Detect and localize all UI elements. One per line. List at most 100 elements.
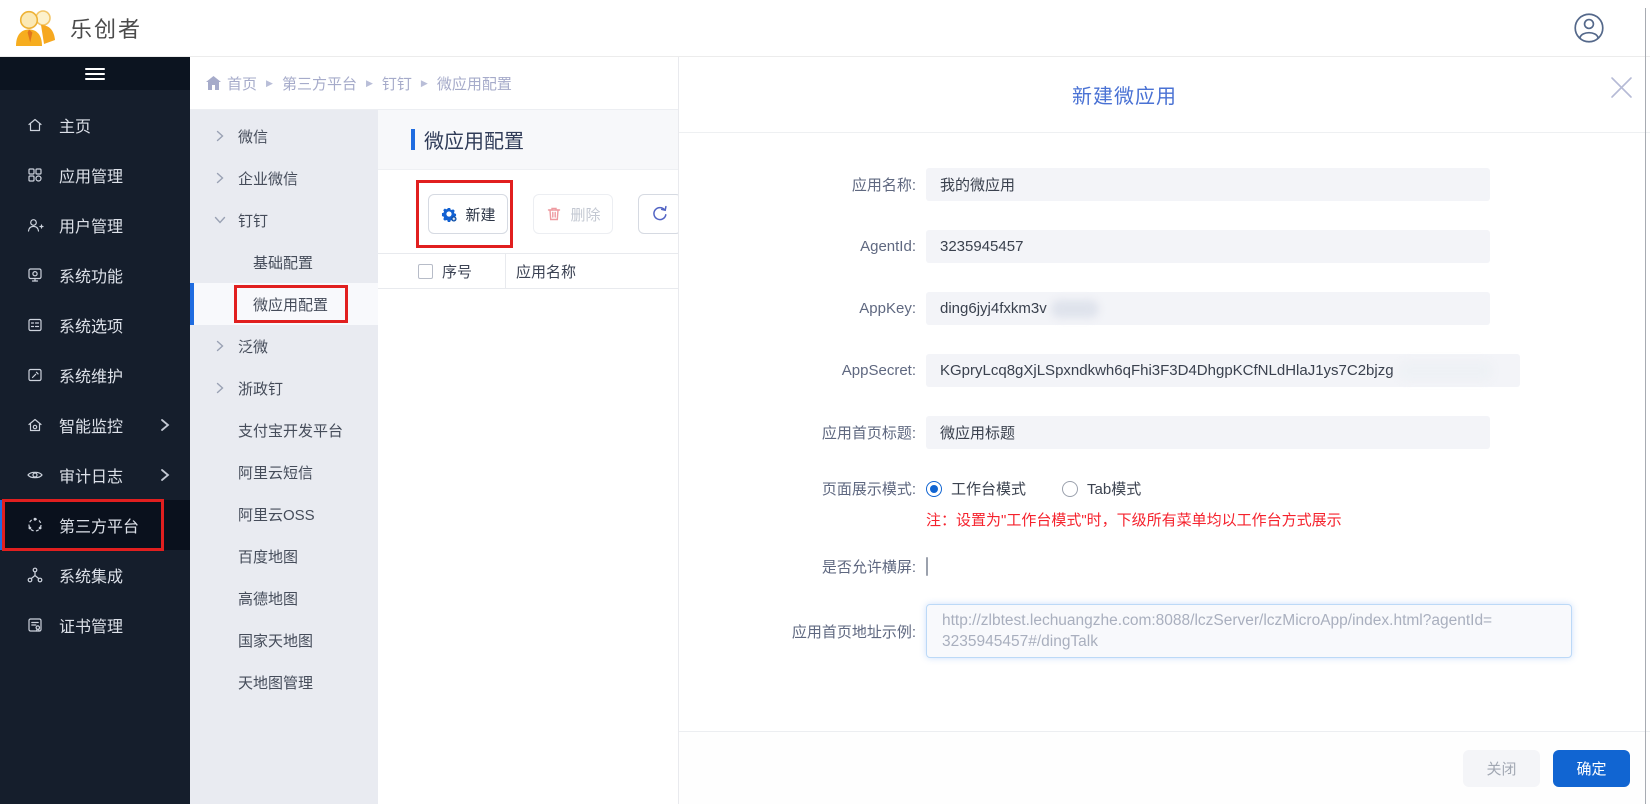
field-label: 是否允许横屏: [821,559,916,576]
main-sidebar: 主页 应用管理 用户管理 系统功能 系统选项 系统维护 智能监控 审计日志 第三… [0,57,190,804]
submenu-item-microapp-config[interactable]: 微应用配置 [190,283,378,325]
sidebar-item-system-integration[interactable]: 系统集成 [0,550,190,600]
system-options-icon [26,316,44,334]
sidebar-item-home[interactable]: 主页 [0,100,190,150]
submenu-item-aliyun-sms[interactable]: 阿里云短信 [190,451,378,493]
sidebar-item-certificates[interactable]: 证书管理 [0,600,190,650]
app-key-value: ding6jyj4fxkm3v [940,300,1047,317]
sidebar-item-system-maintenance[interactable]: 系统维护 [0,350,190,400]
breadcrumb-item[interactable]: 微应用配置 [437,73,512,94]
agent-id-input[interactable]: 3235945457 [926,230,1490,263]
sidebar-item-apps[interactable]: 应用管理 [0,150,190,200]
sidebar-toggle-button[interactable] [0,57,190,90]
hamburger-icon [85,65,105,83]
close-icon[interactable] [1608,74,1635,101]
table-header-row: 序号 应用名称 [378,253,682,289]
submenu-item-label: 支付宝开发平台 [238,422,344,440]
submenu-item-wecom[interactable]: 企业微信 [190,157,378,199]
sidebar-item-label: 主页 [59,119,92,136]
sidebar-item-third-party[interactable]: 第三方平台 [0,499,190,551]
refresh-icon [651,205,669,223]
submenu-item-label: 国家天地图 [238,632,314,650]
submenu-item-label: 钉钉 [238,212,269,230]
home-icon [26,116,44,134]
radio-tab-mode[interactable]: Tab模式 [1062,478,1141,499]
sidebar-item-system-options[interactable]: 系统选项 [0,300,190,350]
column-header-seq: 序号 [442,263,473,281]
home-title-input[interactable]: 微应用标题 [926,416,1490,449]
home-url-line1: http://zlbtest.lechuangzhe.com:8088/lczS… [942,612,1493,629]
trash-icon [545,205,563,223]
close-button[interactable]: 关闭 [1463,749,1540,787]
submenu-item-zhezhengding[interactable]: 浙政钉 [190,367,378,409]
sidebar-item-smart-monitoring[interactable]: 智能监控 [0,400,190,450]
breadcrumb-item[interactable]: 钉钉 [382,73,412,94]
home-url-line2: 3235945457#/dingTalk [942,633,1098,650]
app-name-input[interactable]: 我的微应用 [926,168,1490,201]
submenu-item-amap[interactable]: 高德地图 [190,577,378,619]
sidebar-item-label: 系统选项 [59,319,124,336]
app-key-input[interactable]: ding6jyj4fxkm3v [926,292,1490,325]
sidebar-item-users[interactable]: 用户管理 [0,200,190,250]
form-row-display-mode: 页面展示模式: 工作台模式 Tab模式 [679,478,1650,499]
form-row-landscape: 是否允许横屏: [679,556,1650,577]
table-body-empty [378,289,682,804]
form-row-note: 注：设置为"工作台模式"时，下级所有菜单均以工作台方式展示 [679,509,1650,530]
refresh-button[interactable] [638,194,682,234]
submenu-item-baidu-map[interactable]: 百度地图 [190,535,378,577]
chevron-down-icon [214,214,226,226]
landscape-checkbox[interactable] [926,556,928,576]
app-secret-input[interactable]: KGpryLcq8gXjLSpxndkwh6qFhi3F3D4DhgpKCfNL… [926,354,1520,387]
field-label: 应用首页地址示例: [791,623,916,641]
form-row-app-name: 应用名称: 我的微应用 [679,168,1650,201]
field-label: AppSecret: [841,362,916,379]
breadcrumb-item[interactable]: 第三方平台 [282,73,357,94]
submenu-item-basic-config[interactable]: 基础配置 [190,241,378,283]
monitoring-icon [26,416,44,434]
list-toolbar: 新建 删除 [378,170,682,253]
radio-workbench-mode[interactable]: 工作台模式 [926,478,1026,499]
field-label: AppKey: [859,300,916,317]
submenu-item-label: 微信 [238,128,269,146]
eye-icon [26,466,44,484]
confirm-button[interactable]: 确定 [1553,749,1630,787]
home-url-textarea[interactable]: http://zlbtest.lechuangzhe.com:8088/lczS… [926,604,1572,658]
panel-title-bar: 微应用配置 [378,110,682,170]
sidebar-item-system-functions[interactable]: 系统功能 [0,250,190,300]
sidebar-item-label: 证书管理 [59,619,124,636]
chevron-right-icon [214,130,226,142]
submenu-item-alipay[interactable]: 支付宝开发平台 [190,409,378,451]
breadcrumb-separator: ▶ [266,77,273,88]
delete-button[interactable]: 删除 [533,194,613,234]
modal-header: 新建微应用 [679,57,1650,133]
breadcrumb: 首页 ▶ 第三方平台 ▶ 钉钉 ▶ 微应用配置 [190,57,678,110]
page-title: 微应用配置 [424,131,524,153]
submenu-item-wechat[interactable]: 微信 [190,115,378,157]
submenu-item-tianditu-mgmt[interactable]: 天地图管理 [190,661,378,703]
submenu-item-tianditu[interactable]: 国家天地图 [190,619,378,661]
form-row-agent-id: AgentId: 3235945457 [679,230,1650,263]
users-icon [26,216,44,234]
submenu-item-aliyun-oss[interactable]: 阿里云OSS [190,493,378,535]
breadcrumb-home[interactable]: 首页 [227,73,257,94]
form-row-app-secret: AppSecret: KGpryLcq8gXjLSpxndkwh6qFhi3F3… [679,354,1650,387]
user-avatar-icon[interactable] [1573,12,1605,44]
submenu-item-label: 浙政钉 [238,380,284,398]
agent-id-value: 3235945457 [940,238,1024,255]
column-header-appname: 应用名称 [516,263,577,281]
create-button[interactable]: 新建 [428,194,508,234]
select-all-checkbox[interactable] [418,263,433,279]
field-label: AgentId: [860,238,916,255]
sidebar-item-label: 审计日志 [59,469,124,486]
sidebar-item-audit-log[interactable]: 审计日志 [0,450,190,500]
breadcrumb-separator: ▶ [365,77,373,88]
microapp-list-panel: 微应用配置 新建 删除 序号 应用名称 [378,110,682,804]
submenu-item-fanwei[interactable]: 泛微 [190,325,378,367]
platform-submenu: 微信 企业微信 钉钉 基础配置 微应用配置 泛微 浙政钉 支付宝开发平台 阿里云… [190,110,378,804]
submenu-item-label: 微应用配置 [253,296,329,314]
field-label: 应用名称: [851,177,916,194]
submenu-item-dingtalk[interactable]: 钉钉 [190,199,378,241]
sidebar-item-label: 第三方平台 [59,519,140,536]
apps-grid-icon [26,166,44,184]
new-microapp-modal: 新建微应用 应用名称: 我的微应用 AgentId: 3235945457 Ap… [678,57,1650,804]
